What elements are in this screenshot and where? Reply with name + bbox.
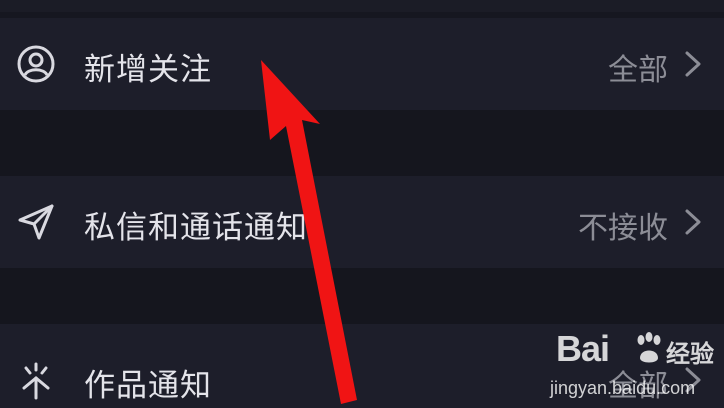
setting-value: 全部 [608, 369, 668, 404]
setting-row-works[interactable]: 作品通知 全部 [0, 324, 724, 408]
user-circle-icon [14, 42, 58, 86]
section-divider [0, 110, 724, 176]
paper-plane-icon [14, 200, 58, 244]
section-divider [0, 268, 724, 324]
previous-row-edge [0, 0, 724, 12]
setting-label: 新增关注 [84, 52, 212, 88]
setting-row-dm-call[interactable]: 私信和通话通知 不接收 [0, 176, 724, 268]
chevron-right-icon [685, 367, 701, 393]
sparkle-icon [14, 358, 58, 402]
setting-row-new-follow[interactable]: 新增关注 全部 [0, 18, 724, 110]
chevron-right-icon [685, 209, 701, 235]
chevron-right-icon [685, 51, 701, 77]
setting-label: 私信和通话通知 [84, 210, 308, 246]
setting-label: 作品通知 [84, 368, 212, 404]
notification-settings-screen: 新增关注 全部 私信和通话通知 不接收 作品通知 全部 Bai 经验 jingy… [0, 0, 724, 408]
setting-value: 全部 [608, 53, 668, 88]
setting-value: 不接收 [578, 211, 668, 246]
